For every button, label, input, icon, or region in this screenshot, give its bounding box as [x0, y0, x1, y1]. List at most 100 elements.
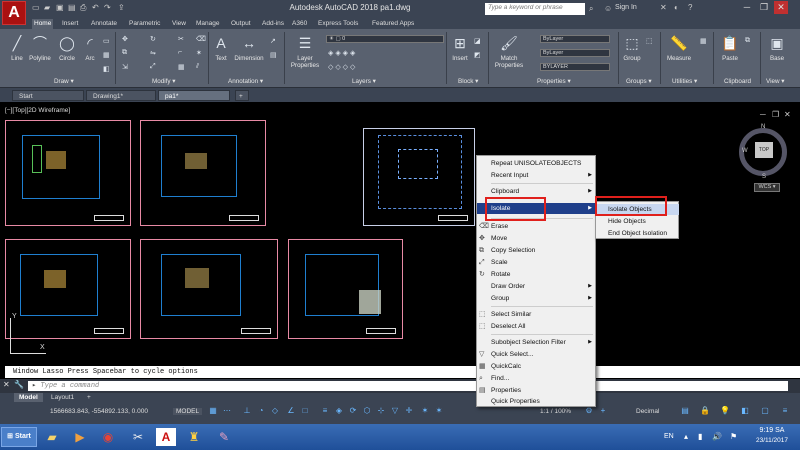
- panel-label-block[interactable]: Block ▾: [458, 78, 478, 85]
- menu-item-quick-properties[interactable]: Quick Properties: [477, 396, 596, 407]
- stretch-icon[interactable]: ⇲: [122, 63, 128, 71]
- auto-scale-icon[interactable]: ✶: [434, 406, 444, 416]
- file-tab-start[interactable]: Start: [12, 90, 84, 101]
- menu-item-repeat[interactable]: Repeat UNISOLATEOBJECTS: [477, 158, 596, 169]
- copy-clip-icon[interactable]: ⧉: [745, 37, 750, 45]
- grid-icon[interactable]: ▦: [208, 406, 218, 416]
- exchange-icon[interactable]: ✕: [660, 3, 667, 12]
- panel-label-draw[interactable]: Draw ▾: [54, 78, 74, 85]
- paint-icon[interactable]: ✎: [214, 428, 234, 446]
- new-tab-button[interactable]: +: [235, 90, 249, 101]
- tab-layout1[interactable]: Layout1: [46, 393, 79, 402]
- panel-label-groups[interactable]: Groups ▾: [626, 78, 652, 85]
- tab-a360[interactable]: A360: [290, 19, 309, 29]
- menu-item-find[interactable]: ⌕ Find...: [477, 373, 596, 384]
- snipping-tool-icon[interactable]: ✂: [128, 428, 148, 446]
- lock-ui-icon[interactable]: 🔒: [700, 406, 710, 416]
- file-tab-drawing1[interactable]: Drawing1*: [86, 90, 156, 101]
- menu-item-move[interactable]: ✥ Move: [477, 233, 596, 244]
- menu-item-select-similar[interactable]: ⬚ Select Similar: [477, 309, 596, 320]
- close-button[interactable]: ✕: [774, 1, 788, 14]
- tab-manage[interactable]: Manage: [194, 19, 222, 29]
- layer-dropdown[interactable]: ☀ ▢ 0: [326, 35, 444, 43]
- chrome-icon[interactable]: ◉: [98, 428, 118, 446]
- panel-label-modify[interactable]: Modify ▾: [152, 78, 175, 85]
- add-icon[interactable]: +: [598, 406, 608, 416]
- application-menu-button[interactable]: A: [2, 1, 26, 25]
- linetype-dropdown[interactable]: BYLAYER: [540, 63, 610, 71]
- menu-item-copy-selection[interactable]: ⧉ Copy Selection: [477, 245, 596, 256]
- command-input[interactable]: ▸ Type a command: [28, 381, 788, 391]
- settings-gear-icon[interactable]: ⚙: [584, 406, 594, 416]
- network-icon[interactable]: ▮: [698, 432, 702, 441]
- fillet-icon[interactable]: ⌐: [178, 49, 182, 56]
- media-player-icon[interactable]: ▶: [70, 428, 90, 446]
- customize-icon[interactable]: 🔧: [14, 380, 24, 389]
- wcs-dropdown[interactable]: WCS ▾: [754, 183, 780, 192]
- flag-icon[interactable]: ⚑: [730, 432, 737, 441]
- snap-icon[interactable]: ⋯: [222, 406, 232, 416]
- text-tool[interactable]: A Text: [210, 33, 232, 62]
- dimension-tool[interactable]: ↔ Dimension: [233, 33, 265, 62]
- save-as-icon[interactable]: ▤: [68, 3, 76, 12]
- close-command-icon[interactable]: ✕: [3, 380, 10, 389]
- tab-insert[interactable]: Insert: [60, 19, 80, 29]
- customization-menu-icon[interactable]: ≡: [780, 406, 790, 416]
- app-icon[interactable]: ♜: [184, 428, 204, 446]
- polar-icon[interactable]: ◔: [256, 406, 266, 416]
- mirror-icon[interactable]: ⇋: [150, 49, 156, 57]
- save-icon[interactable]: ▣: [56, 3, 64, 12]
- sign-in-button[interactable]: Sign In: [615, 4, 637, 11]
- tab-model[interactable]: Model: [14, 393, 43, 402]
- panel-label-utilities[interactable]: Utilities ▾: [672, 78, 697, 85]
- annotation-scale-dropdown[interactable]: 1:1 / 100%: [540, 408, 571, 415]
- line-tool[interactable]: ╱ Line: [6, 33, 28, 62]
- viewport-close-icon[interactable]: ✕: [784, 110, 791, 119]
- clock-date[interactable]: 23/11/2017: [750, 437, 794, 444]
- menu-item-properties[interactable]: ▤ Properties: [477, 385, 596, 396]
- rectangle-icon[interactable]: ▭: [103, 37, 110, 45]
- move-icon[interactable]: ✥: [122, 35, 128, 43]
- isolate-objects-icon[interactable]: 💡: [720, 406, 730, 416]
- object-snap-tracking-icon[interactable]: ∠: [286, 406, 296, 416]
- group-tool[interactable]: ⬚ Group: [620, 33, 644, 62]
- file-explorer-icon[interactable]: ▰: [42, 428, 62, 446]
- tray-arrow-icon[interactable]: ▴: [684, 432, 688, 441]
- model-space-button[interactable]: MODEL: [173, 408, 203, 415]
- 3d-osnap-icon[interactable]: ⬡: [362, 406, 372, 416]
- transparency-icon[interactable]: ◈: [334, 406, 344, 416]
- panel-label-annotation[interactable]: Annotation ▾: [228, 78, 263, 85]
- erase-icon[interactable]: ⌫: [196, 35, 206, 43]
- lineweight-dropdown[interactable]: ByLayer: [540, 49, 610, 57]
- tab-view[interactable]: View: [170, 19, 188, 29]
- trim-icon[interactable]: ✂: [178, 35, 184, 43]
- object-snap-icon[interactable]: □: [300, 406, 310, 416]
- hardware-acceleration-icon[interactable]: ◧: [740, 406, 750, 416]
- open-file-icon[interactable]: ▰: [44, 3, 50, 12]
- tab-home[interactable]: Home: [32, 19, 54, 29]
- tab-parametric[interactable]: Parametric: [127, 19, 162, 29]
- dynamic-ucs-icon[interactable]: ⊹: [376, 406, 386, 416]
- search-icon[interactable]: ⌕: [589, 4, 593, 14]
- tab-output[interactable]: Output: [229, 19, 253, 29]
- menu-item-quickcalc[interactable]: ▦ QuickCalc: [477, 361, 596, 372]
- compass-n[interactable]: N: [761, 124, 765, 130]
- clean-screen-icon[interactable]: ▢: [760, 406, 770, 416]
- match-properties-tool[interactable]: 🖌 Match Properties: [490, 33, 528, 69]
- scale-icon[interactable]: ⤢: [150, 63, 156, 71]
- ungroup-icon[interactable]: ⬚: [646, 37, 653, 45]
- share-icon[interactable]: ⇪: [118, 3, 125, 12]
- leader-icon[interactable]: ↗: [270, 37, 276, 45]
- polyline-tool[interactable]: ⌒ Polyline: [28, 33, 52, 62]
- edit-block-icon[interactable]: ◩: [474, 51, 481, 59]
- units-dropdown[interactable]: Decimal: [636, 408, 659, 415]
- circle-tool[interactable]: ◯ Circle: [56, 33, 78, 62]
- rotate-icon[interactable]: ↻: [150, 35, 156, 43]
- tab-featured-apps[interactable]: Featured Apps: [370, 19, 416, 29]
- gradient-icon[interactable]: ◧: [103, 65, 110, 73]
- viewcube-top-face[interactable]: TOP: [755, 142, 773, 158]
- menu-item-quick-select[interactable]: ▽ Quick Select...: [477, 349, 596, 360]
- arc-tool[interactable]: ◜ Arc: [80, 33, 100, 62]
- volume-icon[interactable]: 🔊: [712, 432, 722, 441]
- compass-w[interactable]: W: [742, 148, 748, 154]
